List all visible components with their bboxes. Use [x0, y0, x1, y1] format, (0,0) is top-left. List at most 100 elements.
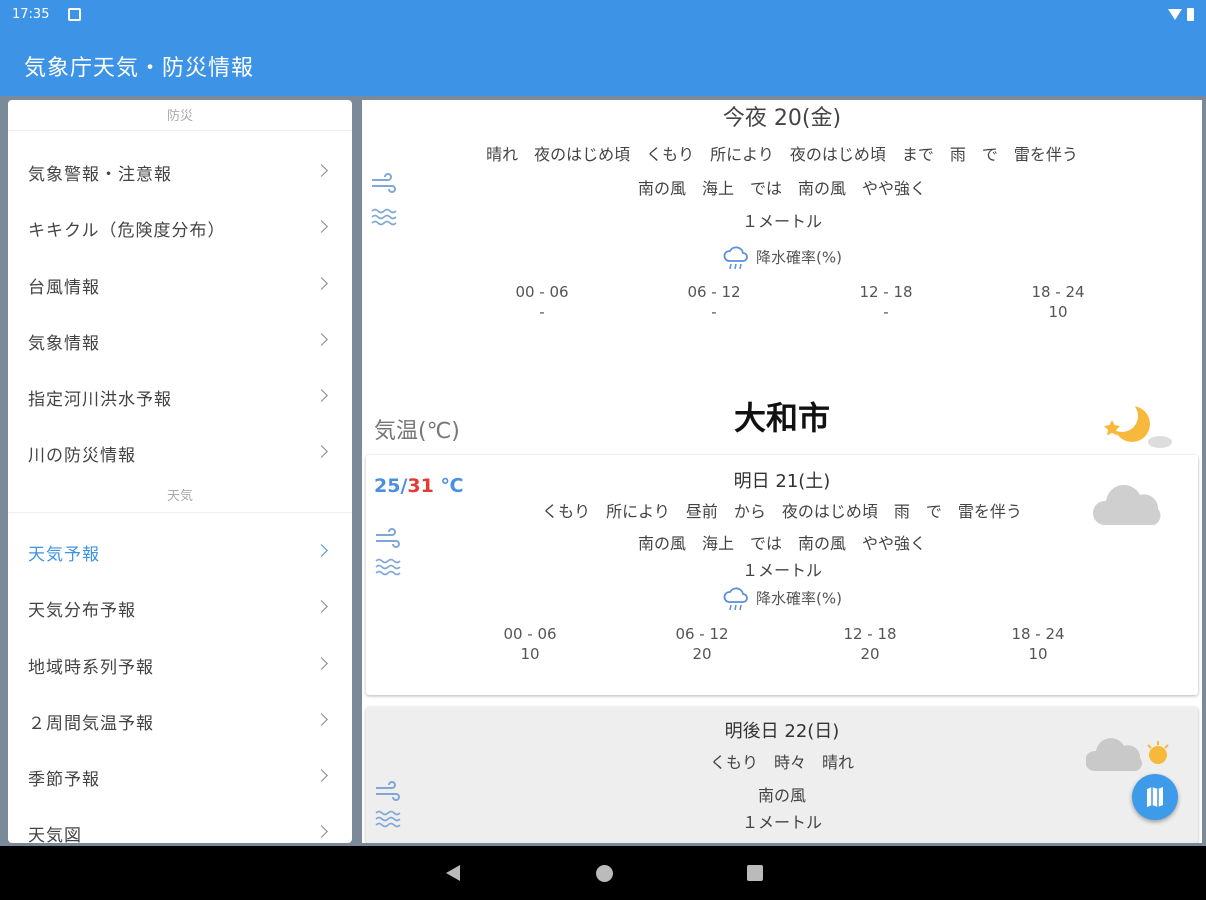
sidebar-item-label: 気象情報	[28, 334, 100, 354]
sidebar-item-kikikuru[interactable]: キキクル（危険度分布）	[8, 200, 352, 256]
precip-period: 06 - 12	[687, 283, 741, 301]
sidebar-item-two-week-temp[interactable]: ２周間気温予報	[8, 693, 352, 749]
section-header-weather: 天気	[166, 489, 193, 504]
day-after-wave: １メートル	[741, 813, 822, 832]
temperature-label: 気温(℃)	[374, 419, 460, 444]
day-after-weather: くもり 時々 晴れ	[709, 753, 854, 772]
app-title: 気象庁天気・防災情報	[24, 56, 255, 81]
chevron-right-icon	[315, 164, 328, 177]
forecast-panel[interactable]: 今夜 20(金) 晴れ 夜のはじめ頃 くもり 所により 夜のはじめ頃 まで 雨 …	[362, 100, 1202, 843]
wave-icon	[375, 810, 401, 828]
notification-icon	[68, 8, 81, 21]
wind-icon	[376, 781, 400, 801]
home-icon[interactable]	[596, 865, 613, 882]
sidebar-item-label: 指定河川洪水予報	[28, 390, 172, 410]
sidebar-item-seasonal[interactable]: 季節予報	[8, 749, 352, 805]
cloud-icon	[1092, 485, 1161, 525]
precip-label: 降水確率(%)	[756, 589, 842, 608]
wave-icon	[375, 558, 401, 576]
navigation-bar	[0, 846, 1206, 900]
sidebar-item-label: 季節予報	[28, 770, 100, 790]
sidebar-item-distribution[interactable]: 天気分布予報	[8, 580, 352, 636]
chevron-right-icon	[315, 769, 328, 782]
tonight-wave: １メートル	[741, 212, 822, 231]
precip-value: -	[883, 303, 889, 321]
rain-cloud-icon	[723, 246, 748, 270]
wind-icon	[372, 173, 396, 193]
app-bar: 気象庁天気・防災情報	[0, 30, 1206, 96]
tomorrow-card[interactable]: 明日 21(土) 25/31 ℃ くもり 所により 昼前 から 夜のはじめ頃 雨…	[366, 455, 1198, 695]
sidebar-item-river-disaster[interactable]: 川の防災情報	[8, 425, 352, 481]
precip-cell: 00 - 06 10	[430, 625, 630, 663]
precip-cell: 18 - 24 10	[938, 625, 1138, 663]
sidebar[interactable]: 防災 気象警報・注意報 キキクル（危険度分布） 台風情報 気象情報 指定河川洪水…	[8, 100, 352, 843]
map-button[interactable]	[1132, 774, 1178, 820]
cloud-sun-icon	[1086, 738, 1169, 771]
sidebar-item-timeseries[interactable]: 地域時系列予報	[8, 637, 352, 693]
precip-cell: 18 - 24 10	[958, 283, 1158, 321]
sidebar-item-label: 台風情報	[28, 278, 100, 298]
divider	[8, 130, 352, 131]
tomorrow-wave: １メートル	[741, 561, 822, 580]
chevron-right-icon	[315, 220, 328, 233]
precip-value: 10	[1028, 645, 1048, 663]
status-time: 17:35	[12, 7, 50, 22]
status-bar: 17:35	[0, 0, 1206, 30]
precip-period: 12 - 18	[843, 625, 897, 643]
sidebar-item-forecast[interactable]: 天気予報	[8, 524, 352, 580]
tomorrow-weather: くもり 所により 昼前 から 夜のはじめ頃 雨 で 雷を伴う	[542, 502, 1022, 521]
map-icon	[1147, 787, 1163, 807]
divider	[8, 512, 352, 513]
tonight-weather: 晴れ 夜のはじめ頃 くもり 所により 夜のはじめ頃 まで 雨 で 雷を伴う	[486, 145, 1078, 164]
precip-cell: 12 - 18 -	[786, 283, 986, 321]
day-after-card[interactable]: 明後日 22(日) くもり 時々 晴れ 南の風 １メートル	[366, 707, 1198, 843]
precip-value: 10	[1048, 303, 1068, 321]
precip-value: 10	[520, 645, 540, 663]
section-header-disaster: 防災	[166, 109, 193, 124]
precip-period: 06 - 12	[675, 625, 729, 643]
wind-icon	[376, 528, 400, 548]
sidebar-item-label: キキクル（危険度分布）	[28, 221, 226, 241]
day-after-title: 明後日 22(日)	[724, 721, 840, 742]
crescent-moon-star-icon	[1104, 400, 1172, 448]
tonight-wind: 南の風 海上 では 南の風 やや強く	[637, 179, 926, 198]
chevron-right-icon	[315, 713, 328, 726]
sidebar-item-label: ２周間気温予報	[28, 714, 154, 734]
tomorrow-temperatures: 25/31 ℃	[374, 475, 463, 497]
precip-period: 00 - 06	[503, 625, 557, 643]
tonight-title: 今夜 20(金)	[722, 106, 842, 131]
chevron-right-icon	[315, 600, 328, 613]
sidebar-item-warnings[interactable]: 気象警報・注意報	[8, 144, 352, 200]
rain-cloud-icon	[723, 587, 748, 611]
wave-icon	[371, 208, 397, 226]
sidebar-item-weather-info[interactable]: 気象情報	[8, 313, 352, 369]
tomorrow-precip-header: 降水確率(%)	[366, 586, 1198, 612]
chevron-right-icon	[315, 333, 328, 346]
precip-value: -	[711, 303, 717, 321]
precip-label: 降水確率(%)	[756, 248, 842, 267]
back-icon[interactable]	[446, 865, 460, 881]
sidebar-item-label: 地域時系列予報	[28, 658, 154, 678]
sidebar-item-river-flood[interactable]: 指定河川洪水予報	[8, 369, 352, 425]
chevron-right-icon	[315, 277, 328, 290]
tomorrow-wind: 南の風 海上 では 南の風 やや強く	[637, 534, 926, 553]
sidebar-item-label: 天気分布予報	[28, 601, 136, 621]
recent-apps-icon[interactable]	[747, 865, 763, 881]
precip-value: -	[539, 303, 545, 321]
precip-period: 12 - 18	[859, 283, 913, 301]
battery-icon	[1187, 8, 1194, 21]
chevron-right-icon	[315, 445, 328, 458]
precip-period: 18 - 24	[1011, 625, 1065, 643]
tomorrow-title: 明日 21(土)	[733, 471, 831, 492]
temp-max: 31	[407, 475, 434, 497]
tonight-precip-header: 降水確率(%)	[362, 245, 1202, 271]
wifi-icon	[1168, 9, 1182, 20]
sidebar-item-label: 天気予報	[28, 545, 100, 565]
city-name: 大和市	[733, 399, 830, 437]
sidebar-item-weather-map[interactable]: 天気図	[8, 805, 352, 843]
chevron-right-icon	[315, 544, 328, 557]
temp-min: 25	[374, 475, 401, 497]
sidebar-item-typhoon[interactable]: 台風情報	[8, 257, 352, 313]
precip-cell: 00 - 06 -	[442, 283, 642, 321]
chevron-right-icon	[315, 825, 328, 838]
